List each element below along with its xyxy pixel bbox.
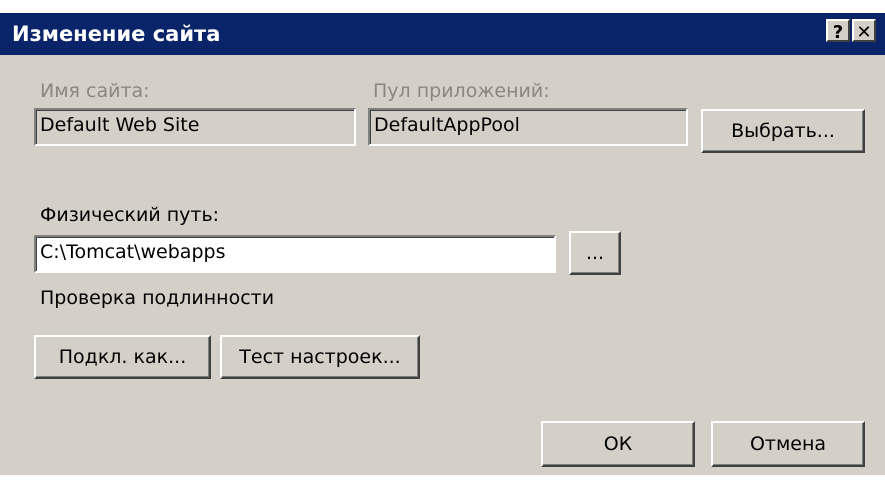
test-settings-label: Тест настроек... [239, 346, 401, 368]
close-button[interactable]: ✕ [852, 19, 876, 43]
help-button[interactable]: ? [826, 19, 850, 43]
ok-label: ОК [603, 433, 633, 455]
help-icon: ? [832, 22, 844, 43]
authentication-label: Проверка подлинности [40, 287, 275, 309]
app-pool-label: Пул приложений: [373, 80, 550, 102]
app-pool-field: DefaultAppPool [368, 108, 688, 146]
connect-as-label: Подкл. как... [58, 346, 187, 368]
physical-path-value: C:\Tomcat\webapps [40, 241, 226, 263]
cancel-button[interactable]: Отмена [711, 421, 865, 467]
connect-as-button[interactable]: Подкл. как... [34, 335, 211, 379]
site-name-value: Default Web Site [40, 114, 200, 136]
site-name-field: Default Web Site [34, 108, 356, 146]
edit-site-dialog: Изменение сайта ? ✕ Имя сайта: Default W… [0, 13, 885, 475]
title-bar[interactable]: Изменение сайта ? ✕ [0, 13, 885, 55]
select-app-pool-label: Выбрать... [731, 120, 835, 142]
test-settings-button[interactable]: Тест настроек... [220, 335, 420, 379]
browse-path-button[interactable]: ... [569, 231, 621, 275]
browse-path-label: ... [585, 242, 605, 264]
cancel-label: Отмена [749, 433, 827, 455]
ok-button[interactable]: ОК [541, 421, 695, 467]
physical-path-label: Физический путь: [40, 204, 220, 226]
close-icon: ✕ [856, 22, 872, 43]
window-title: Изменение сайта [12, 22, 221, 46]
physical-path-input[interactable]: C:\Tomcat\webapps [34, 235, 556, 273]
app-pool-value: DefaultAppPool [374, 114, 520, 136]
site-name-label: Имя сайта: [40, 80, 150, 102]
select-app-pool-button[interactable]: Выбрать... [701, 109, 865, 153]
